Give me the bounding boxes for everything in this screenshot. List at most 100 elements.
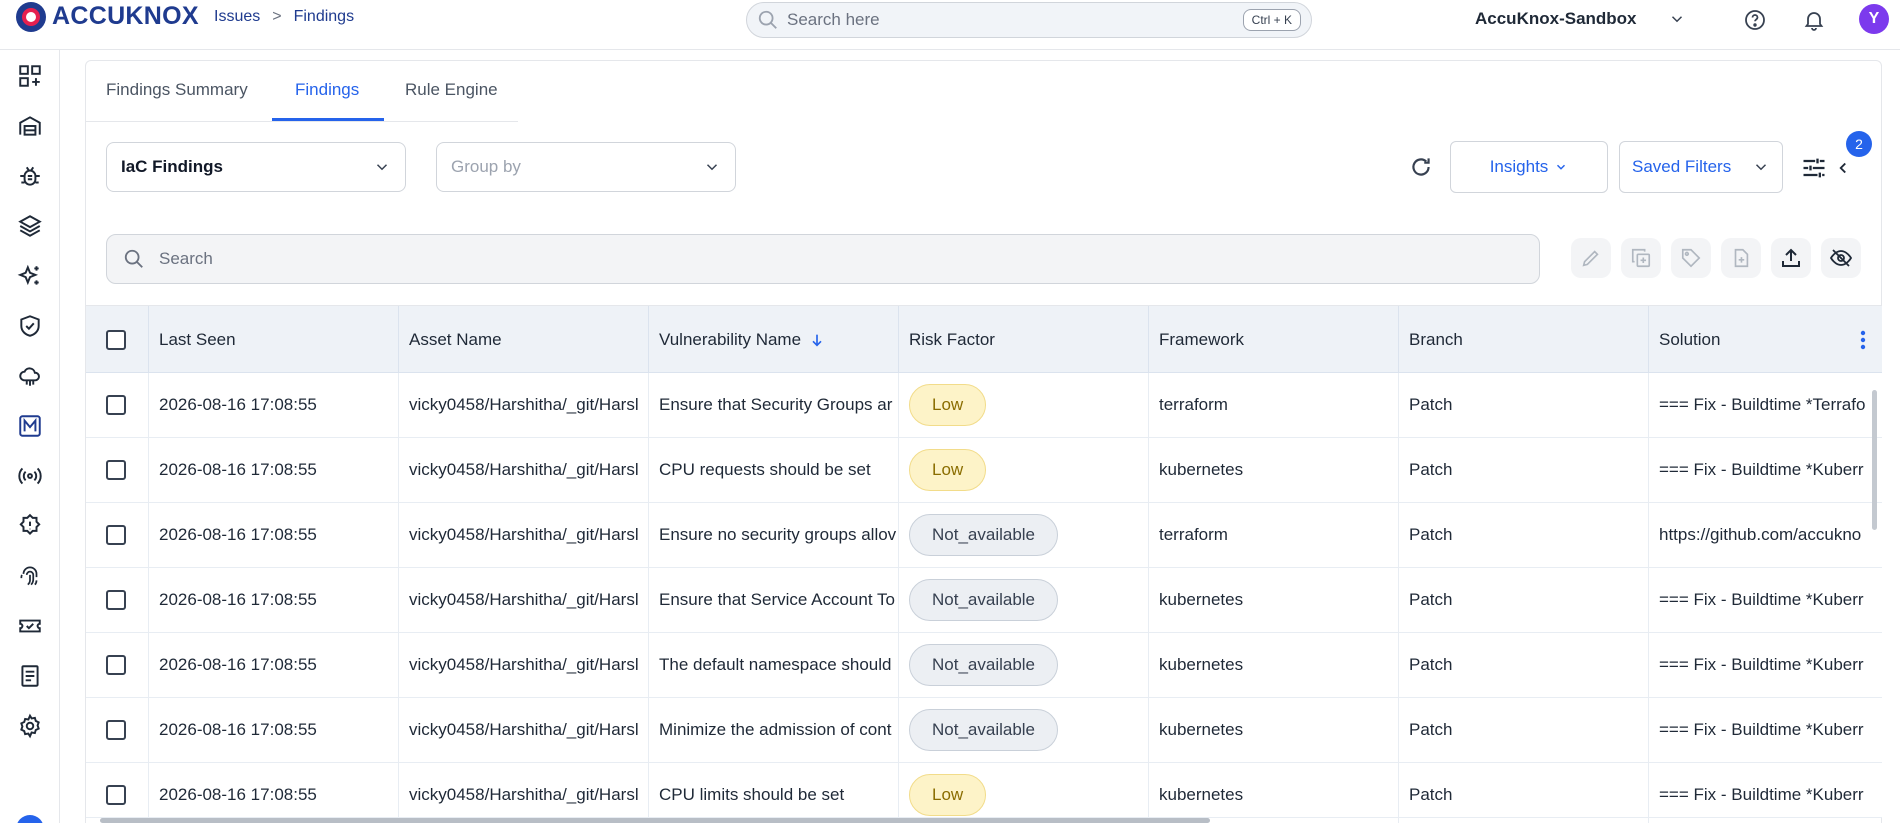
- column-header-vulnerability-name[interactable]: Vulnerability Name: [649, 306, 899, 374]
- cell-asset-name[interactable]: vicky0458/Harshitha/_git/Harsl: [399, 633, 649, 697]
- chevron-left-icon: [1839, 162, 1846, 174]
- cell-asset-name[interactable]: vicky0458/Harshitha/_git/Harsl: [399, 568, 649, 632]
- column-label: Risk Factor: [909, 330, 995, 349]
- cell-vulnerability-name[interactable]: CPU limits should be set: [649, 763, 899, 823]
- avatar[interactable]: Y: [1859, 4, 1889, 34]
- column-header-solution[interactable]: Solution: [1649, 306, 1882, 374]
- group-by-select[interactable]: Group by: [436, 142, 736, 192]
- breadcrumb-findings[interactable]: Findings: [294, 8, 354, 26]
- column-header-risk-factor[interactable]: Risk Factor: [899, 306, 1149, 374]
- accuknox-logo-icon: [16, 1, 46, 32]
- shield-check-icon[interactable]: [16, 312, 44, 340]
- bug-icon[interactable]: [16, 162, 44, 190]
- chevron-down-icon: [1755, 164, 1767, 171]
- row-checkbox[interactable]: [106, 590, 126, 610]
- findings-type-select[interactable]: IaC Findings: [106, 142, 406, 192]
- help-icon[interactable]: [1743, 8, 1767, 32]
- layers-icon[interactable]: [16, 212, 44, 240]
- help-chat-icon[interactable]: [16, 815, 44, 823]
- cell-asset-name[interactable]: vicky0458/Harshitha/_git/Harsl: [399, 438, 649, 502]
- cell-asset-name[interactable]: vicky0458/Harshitha/_git/Harsl: [399, 373, 649, 437]
- row-checkbox[interactable]: [106, 395, 126, 415]
- fingerprint-icon[interactable]: [16, 562, 44, 590]
- cell-vulnerability-name[interactable]: Ensure no security groups allov: [649, 503, 899, 567]
- cell-asset-name[interactable]: vicky0458/Harshitha/_git/Harsl: [399, 698, 649, 762]
- logo[interactable]: ACCUKNOX: [16, 0, 199, 33]
- table-row[interactable]: 2026-08-16 17:08:55 vicky0458/Harshitha/…: [86, 373, 1882, 438]
- row-select-cell: [86, 373, 149, 437]
- broadcast-icon[interactable]: [16, 462, 44, 490]
- edit-action-button[interactable]: [1571, 238, 1611, 278]
- row-checkbox[interactable]: [106, 720, 126, 740]
- cell-vulnerability-name[interactable]: Ensure that Service Account To: [649, 568, 899, 632]
- add-file-action-button[interactable]: [1721, 238, 1761, 278]
- cell-risk-factor: Not_available: [899, 568, 1149, 632]
- risk-badge: Not_available: [909, 514, 1059, 556]
- more-vertical-icon[interactable]: [1860, 330, 1866, 350]
- global-search[interactable]: Search here Ctrl + K: [746, 2, 1312, 38]
- cell-asset-name[interactable]: vicky0458/Harshitha/_git/Harsl: [399, 503, 649, 567]
- table-row[interactable]: 2026-08-16 17:08:55 vicky0458/Harshitha/…: [86, 763, 1882, 823]
- saved-filters-button[interactable]: Saved Filters: [1619, 141, 1783, 193]
- tab-findings-summary[interactable]: Findings Summary: [106, 80, 248, 100]
- column-label: Vulnerability Name: [659, 330, 802, 349]
- search-shortcut: Ctrl + K: [1242, 9, 1301, 31]
- column-header-asset-name[interactable]: Asset Name: [399, 306, 649, 374]
- bell-icon[interactable]: [1802, 8, 1826, 32]
- chevron-down-icon: [376, 164, 388, 171]
- export-action-button[interactable]: [1771, 238, 1811, 278]
- report-icon[interactable]: [16, 662, 44, 690]
- row-checkbox[interactable]: [106, 785, 126, 805]
- chevron-down-icon[interactable]: [1668, 10, 1686, 28]
- risk-badge: Not_available: [909, 579, 1059, 621]
- copy-action-button[interactable]: [1621, 238, 1661, 278]
- breadcrumb-issues[interactable]: Issues: [214, 8, 260, 26]
- row-checkbox[interactable]: [106, 460, 126, 480]
- row-checkbox[interactable]: [106, 655, 126, 675]
- column-header-framework[interactable]: Framework: [1149, 306, 1399, 374]
- tab-rule-engine[interactable]: Rule Engine: [405, 80, 498, 100]
- cell-last-seen: 2026-08-16 17:08:55: [149, 568, 399, 632]
- table-row[interactable]: 2026-08-16 17:08:55 vicky0458/Harshitha/…: [86, 503, 1882, 568]
- gear-badge-icon[interactable]: [16, 512, 44, 540]
- search-icon: [758, 10, 777, 29]
- sidebar: [0, 50, 60, 823]
- findings-type-value: IaC Findings: [121, 157, 223, 176]
- breadcrumb-separator: >: [272, 8, 282, 25]
- column-label: Asset Name: [409, 330, 502, 349]
- m-badge-icon[interactable]: [16, 412, 44, 440]
- cell-vulnerability-name[interactable]: CPU requests should be set: [649, 438, 899, 502]
- table-row[interactable]: 2026-08-16 17:08:55 vicky0458/Harshitha/…: [86, 698, 1882, 763]
- column-label: Solution: [1659, 330, 1721, 349]
- cell-framework: kubernetes: [1149, 698, 1399, 762]
- cell-vulnerability-name[interactable]: The default namespace should: [649, 633, 899, 697]
- dashboard-icon[interactable]: [16, 62, 44, 90]
- ticket-icon[interactable]: [16, 612, 44, 640]
- table-search-input[interactable]: Search: [106, 234, 1540, 284]
- sort-descending-icon[interactable]: [809, 332, 825, 348]
- cell-asset-name[interactable]: vicky0458/Harshitha/_git/Harsl: [399, 763, 649, 823]
- table-row[interactable]: 2026-08-16 17:08:55 vicky0458/Harshitha/…: [86, 633, 1882, 698]
- ai-sparkle-icon[interactable]: [16, 262, 44, 290]
- tag-action-button[interactable]: [1671, 238, 1711, 278]
- select-all-checkbox[interactable]: [106, 330, 126, 350]
- horizontal-scrollbar[interactable]: [100, 818, 1210, 823]
- table-row[interactable]: 2026-08-16 17:08:55 vicky0458/Harshitha/…: [86, 438, 1882, 503]
- cell-vulnerability-name[interactable]: Minimize the admission of cont: [649, 698, 899, 762]
- cell-vulnerability-name[interactable]: Ensure that Security Groups ar: [649, 373, 899, 437]
- org-selector-label[interactable]: AccuKnox-Sandbox: [1475, 9, 1637, 29]
- tab-findings[interactable]: Findings: [295, 80, 359, 100]
- sliders-icon: [1803, 158, 1825, 178]
- insights-button[interactable]: Insights: [1450, 141, 1608, 193]
- settings-icon[interactable]: [16, 712, 44, 740]
- cloud-icon[interactable]: [16, 362, 44, 390]
- column-header-branch[interactable]: Branch: [1399, 306, 1649, 374]
- vertical-scrollbar-thumb[interactable]: [1872, 390, 1877, 530]
- table-row[interactable]: 2026-08-16 17:08:55 vicky0458/Harshitha/…: [86, 568, 1882, 633]
- top-bar: ACCUKNOX Issues > Findings Search here C…: [0, 0, 1900, 50]
- inventory-icon[interactable]: [16, 112, 44, 140]
- refresh-icon[interactable]: [1408, 154, 1434, 180]
- row-checkbox[interactable]: [106, 525, 126, 545]
- hide-action-button[interactable]: [1821, 238, 1861, 278]
- column-header-last-seen[interactable]: Last Seen: [149, 306, 399, 374]
